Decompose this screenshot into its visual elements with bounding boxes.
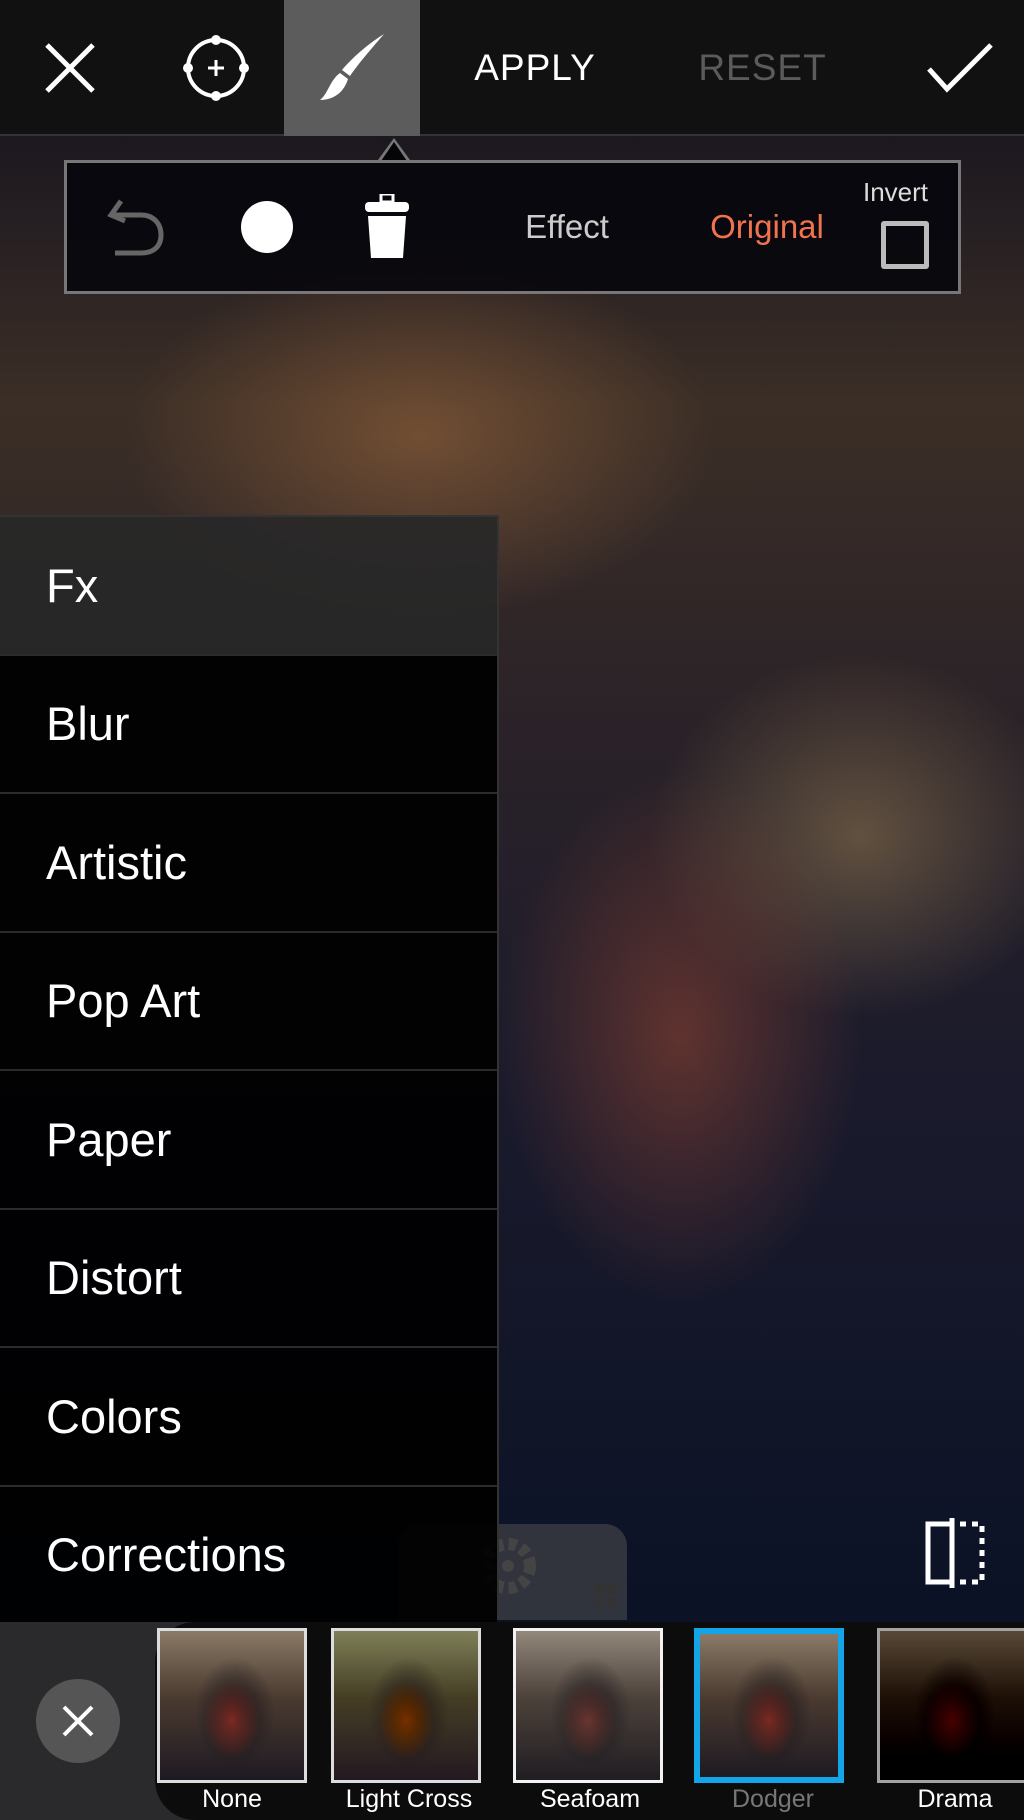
close-button[interactable]	[20, 0, 120, 136]
brush-size-button[interactable]	[217, 163, 317, 291]
filter-label: Light Cross	[345, 1785, 473, 1813]
menu-item-fx[interactable]: Fx	[0, 517, 497, 656]
menu-item-corrections[interactable]: Corrections	[0, 1486, 497, 1625]
filter-label: Seafoam	[539, 1785, 641, 1813]
crosshair-target-icon	[183, 35, 249, 101]
panel-pointer	[378, 138, 410, 161]
target-button[interactable]	[166, 0, 266, 136]
invert-checkbox[interactable]	[881, 221, 929, 269]
reset-button[interactable]: RESET	[690, 0, 835, 136]
menu-item-colors[interactable]: Colors	[0, 1348, 497, 1487]
undo-button[interactable]	[87, 163, 187, 291]
brush-icon	[320, 34, 384, 100]
effect-toggle[interactable]: Effect	[507, 163, 627, 291]
original-toggle[interactable]: Original	[692, 163, 842, 291]
top-toolbar: APPLY RESET	[0, 0, 1024, 136]
compare-button[interactable]	[922, 1518, 988, 1593]
grid-icon	[594, 1584, 617, 1607]
close-icon	[45, 43, 95, 93]
circle-icon	[241, 201, 293, 253]
close-menu-button[interactable]	[36, 1679, 120, 1763]
menu-item-distort[interactable]: Distort	[0, 1209, 497, 1348]
menu-item-paper[interactable]: Paper	[0, 1071, 497, 1210]
filter-thumb-seafoam[interactable]	[513, 1628, 663, 1783]
menu-item-pop-art[interactable]: Pop Art	[0, 932, 497, 1071]
trash-icon	[365, 194, 409, 258]
check-icon	[927, 43, 993, 93]
filter-thumb-drama[interactable]	[877, 1628, 1024, 1783]
brush-tab[interactable]	[284, 0, 420, 136]
confirm-button[interactable]	[910, 0, 1010, 136]
invert-label: Invert	[863, 177, 929, 207]
filter-label-selected: Dodger	[732, 1785, 814, 1813]
compare-split-icon	[925, 1518, 985, 1588]
filter-label: None	[202, 1785, 262, 1813]
filter-thumb-dodger[interactable]	[694, 1628, 844, 1783]
effect-category-menu: Fx Blur Artistic Pop Art Paper Distort C…	[0, 515, 499, 1625]
filter-label: Drama	[917, 1785, 993, 1813]
close-icon	[62, 1705, 94, 1737]
brush-options-panel: Effect Original Invert	[64, 160, 961, 294]
filter-thumb-light-cross[interactable]	[331, 1628, 481, 1783]
menu-item-blur[interactable]: Blur	[0, 655, 497, 794]
delete-button[interactable]	[337, 163, 437, 291]
apply-button[interactable]: APPLY	[455, 0, 615, 136]
menu-item-artistic[interactable]: Artistic	[0, 794, 497, 933]
undo-icon	[107, 199, 164, 256]
filter-thumb-none[interactable]	[157, 1628, 307, 1783]
